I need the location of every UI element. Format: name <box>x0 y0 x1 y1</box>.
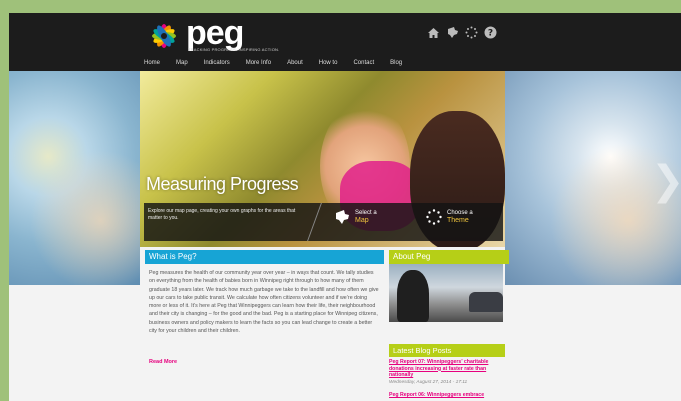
blog-post: Peg Report 06: Winnipeggers embrace <box>389 392 504 399</box>
cta-theme-line2: Theme <box>447 216 469 224</box>
browser-viewport: peg TRACKING PROGRESS. INSPIRING ACTION.… <box>9 13 681 401</box>
help-icon[interactable]: ? <box>484 26 497 39</box>
latest-blog-heading: Latest Blog Posts <box>389 344 505 357</box>
header-icons: ? <box>427 26 497 39</box>
hero-slide: Measuring Progress Explore our map page,… <box>140 71 505 247</box>
read-more-link[interactable]: Read More <box>149 359 177 365</box>
photo-person <box>397 270 429 322</box>
blog-post-title[interactable]: Peg Report 07: Winnipeggers’ charitable … <box>389 359 504 379</box>
chevron-right-icon[interactable]: ❯ <box>651 158 681 204</box>
sunburst-icon[interactable] <box>465 26 478 39</box>
blog-post-title[interactable]: Peg Report 06: Winnipeggers embrace <box>389 392 504 399</box>
about-peg-heading: About Peg <box>389 250 509 264</box>
peg-logo[interactable]: peg TRACKING PROGRESS. INSPIRING ACTION. <box>144 14 279 58</box>
about-peg-photo[interactable] <box>389 264 503 322</box>
what-is-peg-body: Peg measures the health of our community… <box>149 270 379 335</box>
background-bokeh-left <box>9 71 140 285</box>
blog-post: Peg Report 07: Winnipeggers’ charitable … <box>389 359 504 386</box>
hero-caption-bar: Explore our map page, creating your own … <box>144 203 503 241</box>
home-icon[interactable] <box>427 26 440 39</box>
header-bar: peg TRACKING PROGRESS. INSPIRING ACTION.… <box>9 13 681 76</box>
hero-title: Measuring Progress <box>146 174 299 194</box>
sunburst-icon <box>426 209 442 225</box>
hero-description: Explore our map page, creating your own … <box>148 208 296 221</box>
select-map-button[interactable]: Select a Map <box>334 209 377 225</box>
svg-text:?: ? <box>488 29 493 39</box>
peg-flower-icon <box>152 24 176 48</box>
what-is-peg-heading: What is Peg? <box>145 250 384 264</box>
cta-theme-line1: Choose a <box>447 209 473 216</box>
divider <box>307 203 322 241</box>
manitoba-icon <box>336 210 349 224</box>
blog-post-date: Wednesday, August 27, 2014 - 17:11 <box>389 379 468 385</box>
photo-car <box>469 292 503 312</box>
cta-map-line2: Map <box>355 216 369 224</box>
cta-map-line1: Select a <box>355 209 377 216</box>
choose-theme-button[interactable]: Choose a Theme <box>426 209 473 225</box>
manitoba-icon[interactable] <box>446 26 459 39</box>
brand-tagline: TRACKING PROGRESS. INSPIRING ACTION. <box>188 47 280 52</box>
